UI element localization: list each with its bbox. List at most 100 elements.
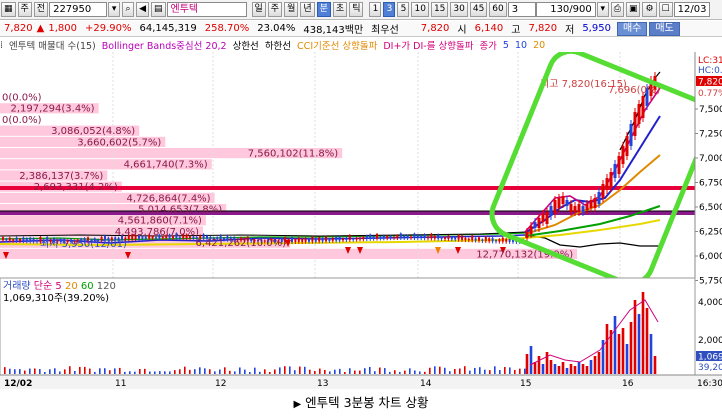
volume-bar xyxy=(429,367,431,374)
candle xyxy=(32,238,35,242)
period-month[interactable]: 월 xyxy=(284,2,299,17)
grid-icon[interactable]: ⁞ xyxy=(0,40,3,51)
period-year[interactable]: 년 xyxy=(300,2,315,17)
close-ma-label[interactable]: 종가 xyxy=(479,38,496,52)
price-change-pct: +29.90% xyxy=(84,23,132,34)
volume-bar xyxy=(617,334,621,374)
time-tick: 12/02 xyxy=(4,379,32,389)
volume-ma20: 20 xyxy=(65,281,78,292)
prev-stock-icon[interactable]: ◀ xyxy=(136,2,149,17)
volume-bar xyxy=(625,344,629,374)
sell-button[interactable]: 매도 xyxy=(649,21,680,36)
price-tick: 7,000 xyxy=(699,154,722,164)
quote-bar: 7,820 ▲ 1,800 +29.90% 64,145,319 258.70%… xyxy=(0,21,722,37)
period-week[interactable]: 주 xyxy=(267,2,283,17)
candle xyxy=(444,237,446,239)
volume-bar xyxy=(593,356,597,374)
vol-tick-2: 2,000 xyxy=(698,336,722,346)
volume-bar xyxy=(64,369,66,374)
time-tick: 14 xyxy=(420,379,432,389)
chart-toolbar: ▦ 주 전 227950 ▾ ⌕ ◀ ▤ 엔투텍 일 주 월 년 분 초 틱 1… xyxy=(0,0,722,20)
pct-tag: 0.77% xyxy=(698,89,722,99)
time-tick: 12 xyxy=(215,379,226,389)
interval-30[interactable]: 30 xyxy=(450,2,468,17)
interval-15[interactable]: 15 xyxy=(430,2,449,17)
volume-bar xyxy=(129,371,131,374)
volume-ratio: 258.70% xyxy=(204,23,250,34)
volume-bar xyxy=(577,362,581,374)
time-tick: 13 xyxy=(317,379,328,389)
lower-band-label[interactable]: 하한선 xyxy=(265,38,291,52)
price-tick: 6,250 xyxy=(699,228,722,238)
volume-bar xyxy=(641,292,645,374)
market-select[interactable]: 주 xyxy=(17,2,32,17)
volume-bar xyxy=(89,368,91,374)
interval-1[interactable]: 1 xyxy=(369,2,382,17)
profile-label: 6,421,262(10.0%) xyxy=(196,238,287,249)
bollinger-label[interactable]: Bollinger Bands중심선 20,2 xyxy=(102,38,227,52)
interval-10[interactable]: 10 xyxy=(411,2,429,17)
interval-45[interactable]: 45 xyxy=(469,2,488,17)
magnify-icon[interactable]: ⌕ xyxy=(122,2,135,17)
volume-bar xyxy=(84,366,86,374)
price-tick: 7,500 xyxy=(699,105,722,115)
candle xyxy=(481,239,484,241)
dmi-signal-label[interactable]: DI+가 DI-를 상향돌파 xyxy=(383,38,473,52)
cci-signal-label[interactable]: CCI기준선 상향돌파 xyxy=(297,38,377,52)
volume-bar xyxy=(194,369,196,374)
menu-icon[interactable]: ▦ xyxy=(1,2,16,17)
ma-label[interactable]: 엔투텍 매물대 수(15) xyxy=(9,38,96,52)
candle xyxy=(589,200,593,208)
interval-5[interactable]: 5 xyxy=(397,2,410,17)
candle xyxy=(355,237,358,240)
interval-3[interactable]: 3 xyxy=(383,2,396,17)
data-count-field[interactable]: 130/900 xyxy=(535,2,596,17)
volume-bar xyxy=(504,367,506,374)
ma5-label[interactable]: 5 xyxy=(503,40,509,51)
chevron-down-icon[interactable]: ▾ xyxy=(596,2,609,17)
volume-bar xyxy=(59,371,61,374)
interval-60[interactable]: 60 xyxy=(489,2,507,17)
period-second[interactable]: 초 xyxy=(332,2,348,17)
buy-button[interactable]: 매수 xyxy=(616,21,648,36)
print-icon[interactable]: ⎙ xyxy=(610,2,624,17)
period-tick[interactable]: 틱 xyxy=(349,2,364,17)
checkbox-icon[interactable]: ☐ xyxy=(658,2,673,17)
profile-label: 2,197,294(3.4%) xyxy=(10,104,94,115)
period-minute[interactable]: 분 xyxy=(316,2,331,17)
stock-list-icon[interactable]: ▤ xyxy=(151,2,166,17)
svg-text:거래량 단순 5 20 60 120: 거래량 단순 5 20 60 120 xyxy=(3,280,116,292)
volume-bar xyxy=(484,369,486,374)
jeon-button[interactable]: 전 xyxy=(33,2,49,17)
period-day[interactable]: 일 xyxy=(251,2,266,17)
settings-icon[interactable]: ⚙ xyxy=(642,2,657,17)
volume-bar xyxy=(39,369,41,374)
volume-bar xyxy=(79,366,81,374)
candle xyxy=(553,200,557,214)
volume-title: 거래량 xyxy=(3,280,31,292)
candle xyxy=(545,212,549,224)
ma10-label[interactable]: 10 xyxy=(515,40,527,51)
ma20-label[interactable]: 20 xyxy=(533,40,545,51)
stock-name-field[interactable]: 엔투텍 xyxy=(166,2,247,17)
volume-bar xyxy=(234,371,236,374)
volume-bar xyxy=(524,368,526,374)
search-icon[interactable]: ▾ xyxy=(108,2,121,17)
stock-code-input[interactable]: 227950 xyxy=(49,2,108,17)
price-chart[interactable]: 0(0.0%)2,197,294(3.4%)0(0.0%) 3,086,052(4… xyxy=(0,52,722,391)
volume-current: 1,069,310주(39.20%) xyxy=(3,293,109,304)
candle xyxy=(352,238,355,240)
volume-bar xyxy=(69,366,71,374)
volume-bar xyxy=(289,366,291,374)
interval-select[interactable]: 3 xyxy=(507,2,536,17)
candle xyxy=(301,238,304,242)
date-field[interactable]: 12/03 xyxy=(673,2,710,17)
volume-bar xyxy=(34,368,36,374)
volume-bar xyxy=(449,371,451,374)
upper-band-label[interactable]: 상한선 xyxy=(233,38,259,52)
volume-bar xyxy=(174,370,176,374)
save-icon[interactable]: ▣ xyxy=(625,2,641,17)
candle xyxy=(8,237,11,241)
volume-bar xyxy=(19,369,21,374)
volume-bar xyxy=(259,371,261,374)
